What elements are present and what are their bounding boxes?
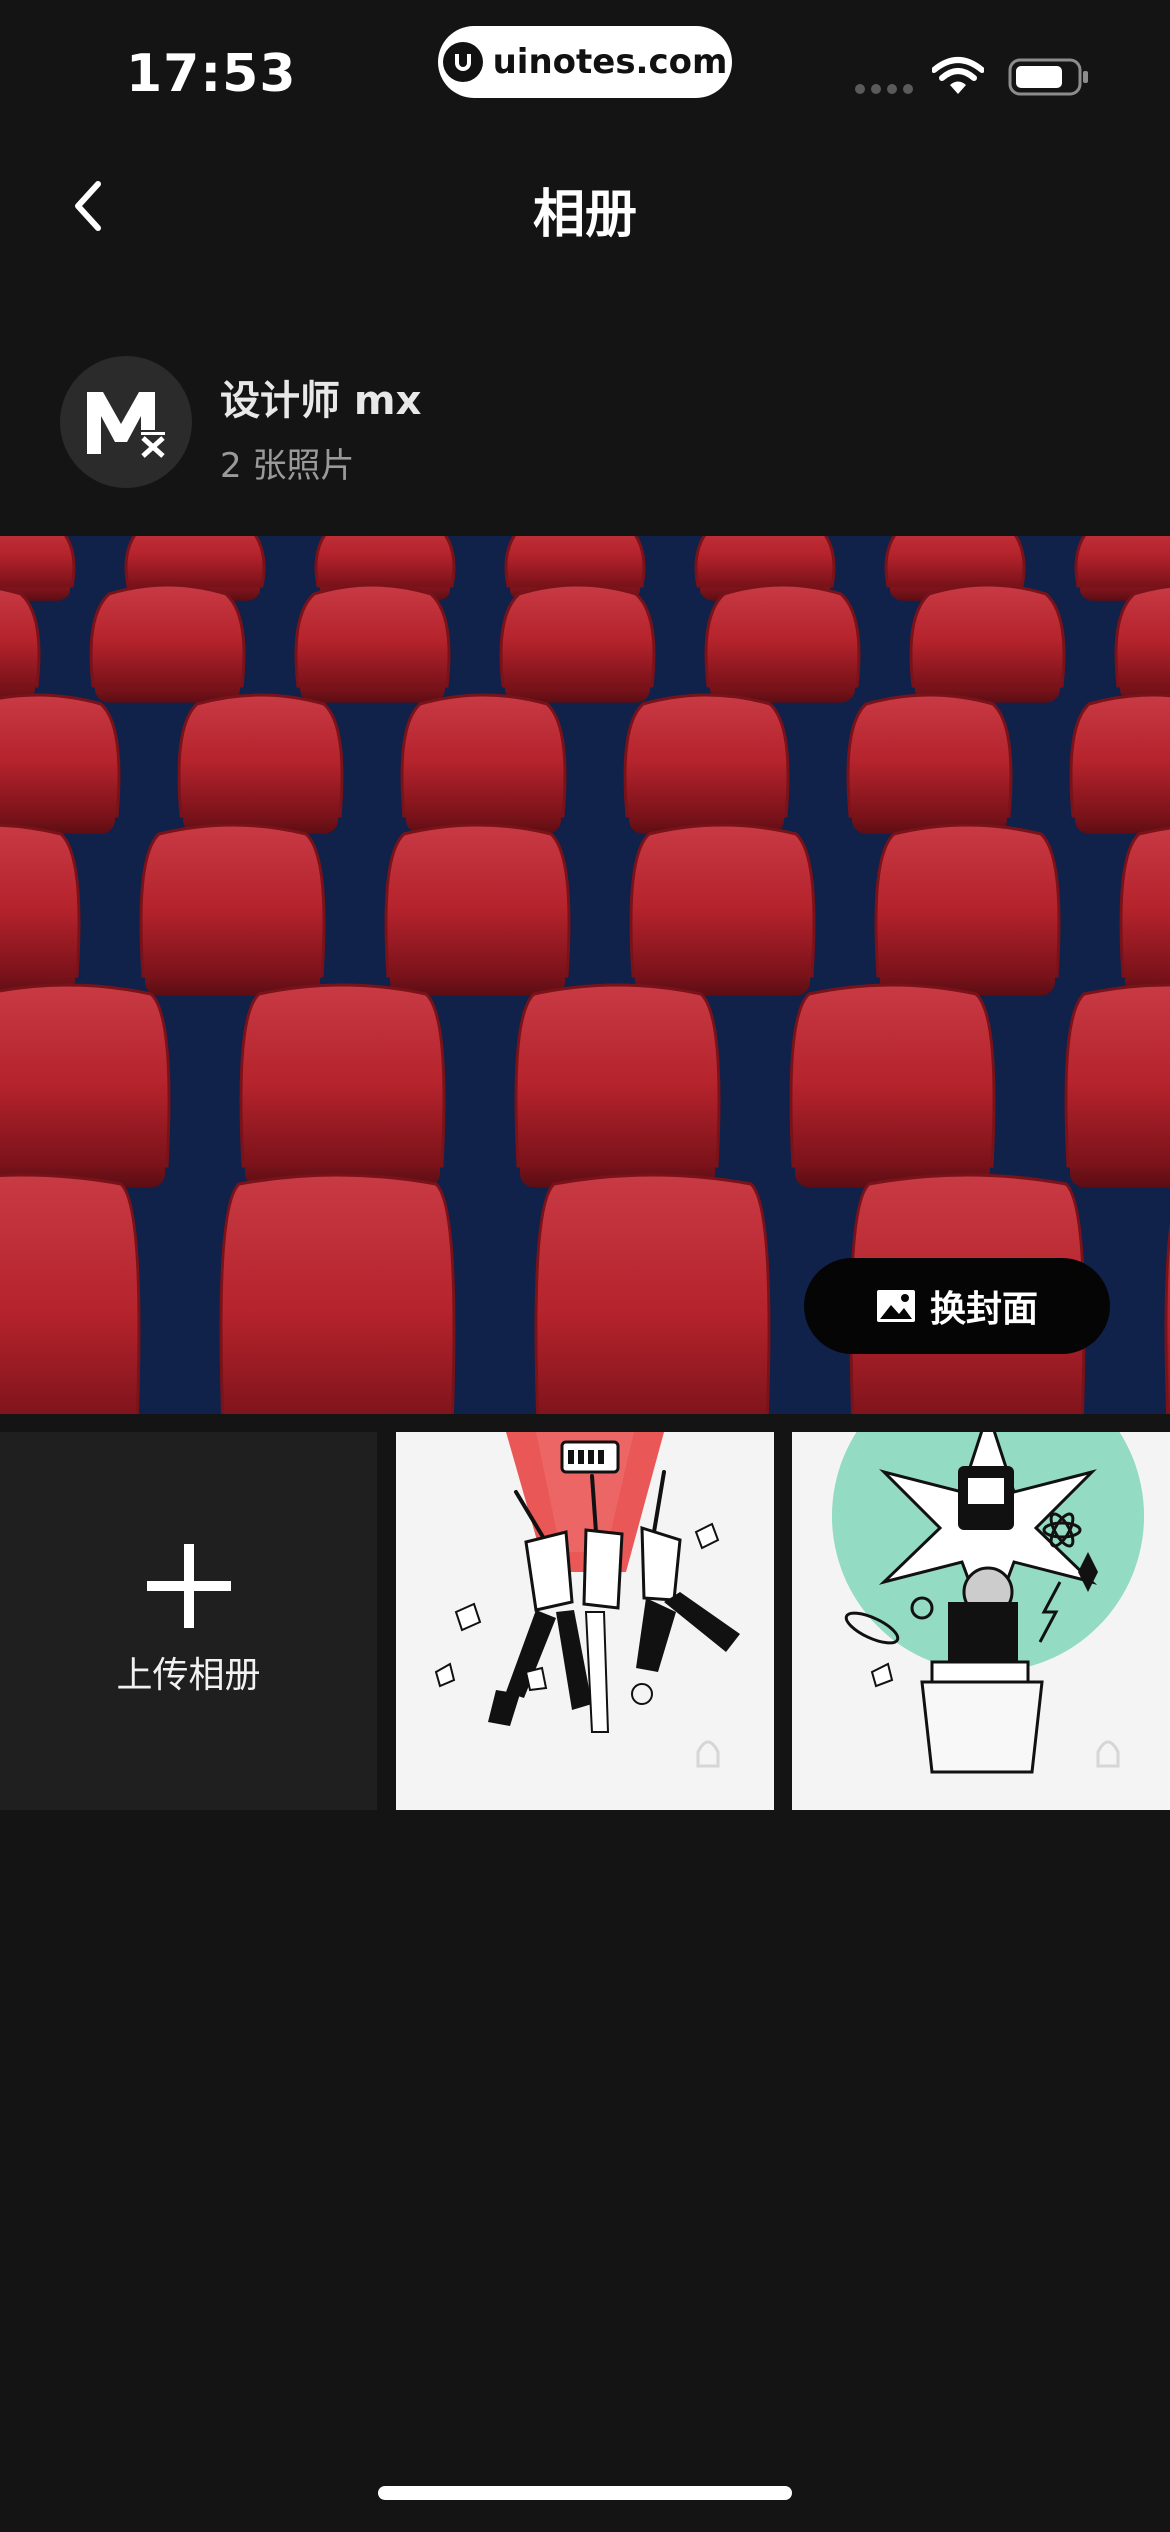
photo-thumbnail[interactable] [792,1432,1170,1810]
change-cover-button[interactable]: 换封面 [804,1258,1110,1354]
plus-icon [146,1544,231,1628]
mx-logo-avatar [87,392,165,458]
album-owner: 设计师 mx 2 张照片 [0,350,1170,500]
photo-count: 2 张照片 [220,446,355,486]
photo-grid: 上传相册 [0,1432,1170,1810]
status-time: 17:53 [126,44,297,104]
photo-thumbnail[interactable] [396,1432,774,1810]
url-pill[interactable]: uinotes.com [438,26,732,98]
illustration-people-reaching [396,1432,774,1810]
image-icon [876,1290,915,1322]
avatar[interactable] [60,356,192,488]
site-logo-icon [442,42,483,82]
signal-icon [855,84,913,94]
upload-label: 上传相册 [116,1655,261,1696]
wifi-icon [932,57,984,94]
battery-icon [1008,58,1088,96]
url-text: uinotes.com [492,42,728,82]
home-indicator [378,2486,792,2500]
owner-name: 设计师 mx [220,378,422,424]
upload-album-button[interactable]: 上传相册 [0,1432,377,1810]
nav-header: 相册 [0,150,1170,260]
page-title: 相册 [532,185,637,245]
change-cover-label: 换封面 [929,1289,1038,1330]
status-bar: 17:53 uinotes.com [0,0,1170,140]
illustration-folder-burst [792,1432,1170,1810]
